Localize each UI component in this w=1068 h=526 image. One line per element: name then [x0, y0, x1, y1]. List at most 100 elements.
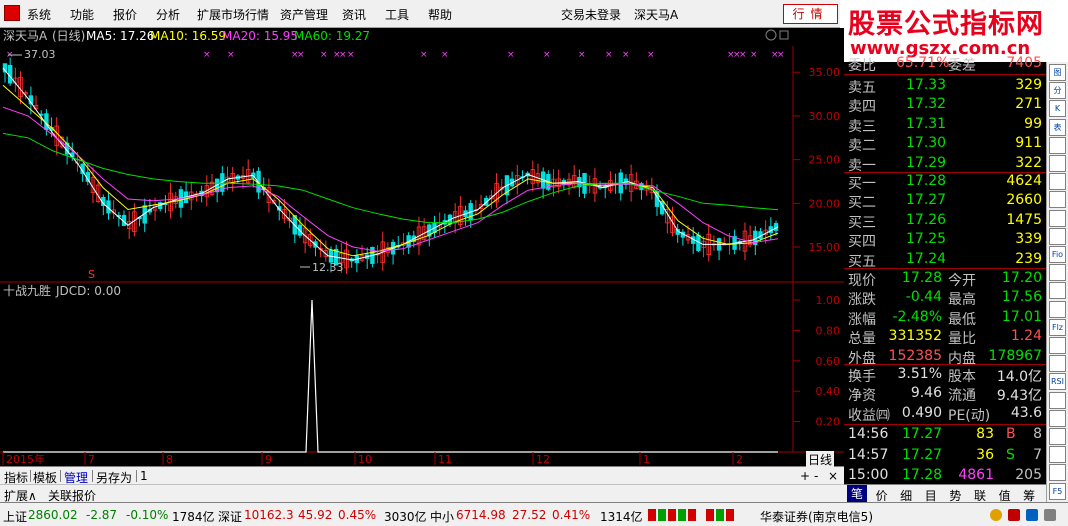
toolbar-button-icon[interactable] — [1049, 300, 1066, 318]
x-tick-label: 11 — [438, 453, 452, 466]
signal-marker: × — [420, 50, 428, 60]
bid-level-label: 买二 — [848, 195, 876, 212]
stat-row: 涨跌 -0.44 最高 17.56 — [844, 289, 1046, 308]
toolbar-button-icon[interactable] — [1049, 464, 1066, 482]
stat-label: 现价 — [848, 273, 876, 289]
main-y-tick-label: 35.00 — [809, 66, 841, 79]
stat-value: 17.28 — [901, 270, 942, 286]
toolbar-button-icon[interactable]: Fio — [1049, 246, 1066, 263]
toolbar-button-icon[interactable] — [1049, 409, 1066, 427]
fundamental-label: 流通 — [948, 388, 976, 405]
tick-time: 14:56 — [848, 426, 889, 442]
stat-value: 17.56 — [1001, 289, 1042, 306]
alert-icon[interactable] — [1008, 509, 1020, 521]
toolbar-button-icon[interactable]: K — [1049, 100, 1066, 118]
broker-name[interactable]: 华泰证券(南京电信5) — [760, 508, 873, 525]
main-y-tick-label: 20.00 — [809, 197, 841, 210]
stat-label: 涨跌 — [848, 292, 876, 309]
day-line-label[interactable]: 日线 — [806, 451, 835, 468]
fundamental-row: 净资 9.46 流通 9.43亿 — [844, 385, 1046, 404]
toolbar-button-icon[interactable] — [1049, 173, 1066, 191]
toolbar-button-icon[interactable] — [1049, 264, 1066, 282]
signal-marker: × — [339, 50, 347, 60]
toolbar-button-icon[interactable] — [1049, 282, 1066, 300]
ma60-label: MA60: 19.27 — [294, 29, 370, 43]
toolbar-button-icon[interactable]: 图 — [1049, 64, 1066, 81]
tick-volume: 4861 — [958, 467, 994, 483]
stat-value: 17.20 — [1001, 270, 1042, 286]
zoom-in-button[interactable]: + — [800, 469, 810, 483]
toolbar-button-icon[interactable]: RSI — [1049, 373, 1066, 391]
toolbar-button-icon[interactable] — [1049, 191, 1066, 209]
signal-marker: × — [227, 50, 235, 60]
bid-volume: 2660 — [1006, 192, 1042, 209]
toolbar-button-icon[interactable] — [1049, 209, 1066, 227]
ask-volume: 322 — [1015, 154, 1042, 171]
toolbar-button-icon[interactable] — [1049, 227, 1066, 245]
bid-row: 买三 17.26 1475 — [844, 212, 1046, 231]
ma20-label: MA20: 15.95 — [222, 29, 298, 43]
zx-index-amount: 1314亿 — [600, 510, 643, 524]
ask-row: 卖三 17.31 99 — [844, 116, 1046, 135]
bid-price: 17.26 — [906, 211, 947, 228]
toolbar-button-icon[interactable] — [1049, 337, 1066, 354]
kline-chart-area[interactable]: 深天马A (日线) MA5: 17.26 MA10: 16.59 MA20: 1… — [0, 0, 844, 466]
signal-marker: × — [622, 50, 630, 60]
zx-index-pct: 0.41% — [552, 508, 591, 522]
indicator-y-tick-label: 0.40 — [816, 385, 841, 398]
toolbar-button-icon[interactable] — [1049, 355, 1066, 373]
fundamental-row: 换手 3.51% 股本 14.0亿 — [844, 366, 1046, 385]
ask-row: 卖四 17.32 271 — [844, 96, 1046, 115]
signal-marker: × — [605, 50, 613, 60]
stat-label: 最低 — [948, 311, 976, 328]
toolbar-button-icon[interactable] — [1049, 136, 1066, 154]
close-pane-button[interactable]: × — [828, 469, 838, 483]
bid-row: 买一 17.28 4624 — [844, 173, 1046, 192]
zoom-out-button[interactable]: - — [814, 469, 818, 483]
stat-value: 17.01 — [1001, 308, 1042, 325]
toolbar-button-icon[interactable]: 表 — [1049, 118, 1066, 136]
stat-value: -0.44 — [905, 289, 942, 306]
tick-time: 15:00 — [848, 467, 889, 483]
toolbar-button-icon[interactable] — [1049, 155, 1066, 172]
bid-price: 17.27 — [906, 192, 947, 209]
indicator-jdcd: JDCD: 0.00 — [55, 284, 121, 298]
quote-panel: 委比 65.71% 委差 7405 卖五 17.33 329 卖四 17.32 271 卖三… — [844, 55, 1046, 484]
info-icon[interactable] — [1026, 509, 1038, 521]
candle-body — [7, 64, 13, 84]
extension-bar: 扩展∧ 关联报价 — [0, 484, 844, 503]
lock-icon[interactable] — [1044, 509, 1056, 521]
bid-volume: 339 — [1015, 231, 1042, 248]
panel-tab[interactable]: 笔 — [847, 485, 867, 503]
toolbar-button-icon[interactable]: Flz — [1049, 318, 1066, 336]
sh-index-pct: -0.10% — [126, 508, 169, 522]
signal-marker: × — [297, 50, 305, 60]
x-tick-label: 9 — [265, 453, 272, 466]
fundamental-label: 净资 — [848, 388, 876, 405]
weibi-label: 委比 — [848, 58, 876, 74]
chart-period: (日线) — [52, 29, 85, 43]
connection-icon — [990, 509, 1002, 521]
signal-marker: × — [347, 50, 355, 60]
toolbar-button-icon[interactable] — [1049, 391, 1066, 409]
sell-signal-marker: S — [88, 268, 95, 281]
indicator-y-ticks: 1.00 0.80 0.60 0.40 0.20 — [793, 294, 840, 429]
bid-row: 买四 17.25 339 — [844, 231, 1046, 250]
x-tick-label: 12 — [536, 453, 550, 466]
fundamental-value: 43.6 — [1010, 404, 1042, 421]
toolbar-button-icon[interactable] — [1049, 446, 1066, 464]
stat-value: 1.24 — [1010, 328, 1042, 345]
tab-page-number[interactable]: 1 — [140, 469, 148, 483]
toolbar-button-icon[interactable] — [1049, 428, 1066, 445]
x-tick-label: 8 — [166, 453, 173, 466]
stat-row: 现价 17.28 今开 17.20 — [844, 270, 1046, 289]
ask-volume: 271 — [1015, 96, 1042, 113]
tick-price: 17.28 — [902, 467, 943, 483]
weibi-value: 65.71% — [896, 55, 950, 71]
toolbar-button-icon[interactable]: F5 — [1049, 482, 1066, 500]
sh-index-label[interactable]: 上证 — [3, 508, 27, 525]
toolbar-button-icon[interactable]: 分 — [1049, 82, 1066, 100]
sz-index-label[interactable]: 深证 — [218, 508, 242, 525]
zx-index-label[interactable]: 中小 — [430, 508, 454, 525]
signal-marker: × — [543, 50, 551, 60]
